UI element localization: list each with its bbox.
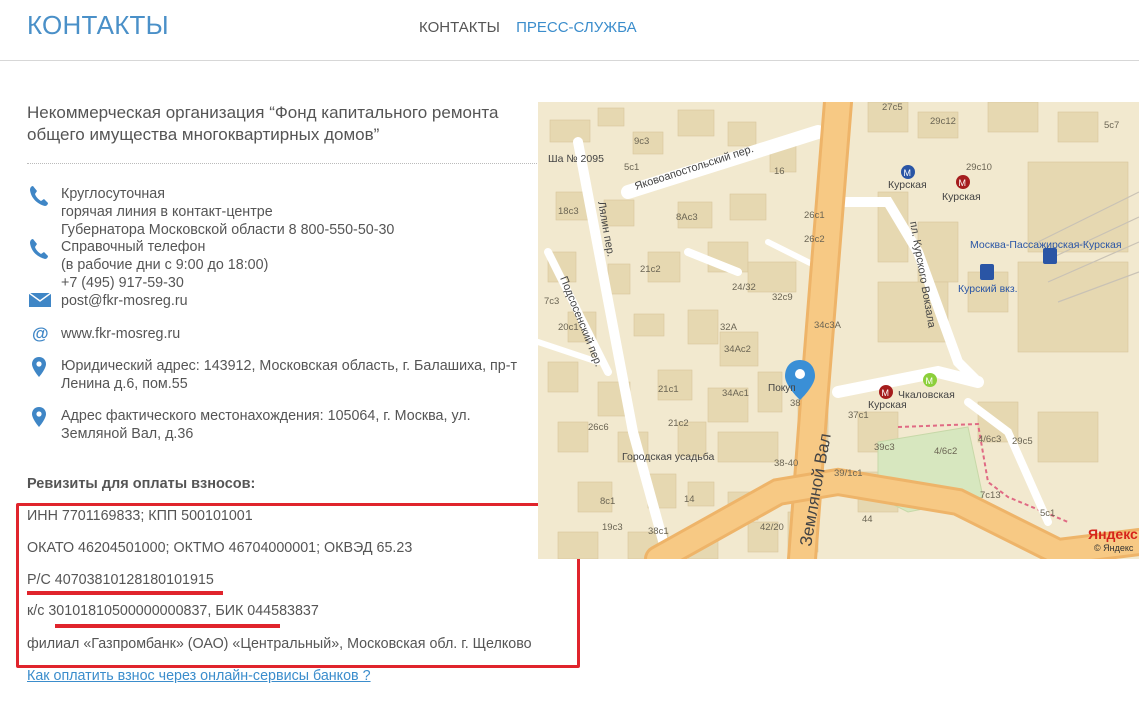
svg-text:38с1: 38с1 [648,526,669,537]
corr-account-bik: к/с 30101810500000000837, БИК 044583837 [27,603,319,619]
page-header: КОНТАКТЫ КОНТАКТЫ ПРЕСС-СЛУЖБА [0,0,1139,61]
svg-text:32с9: 32с9 [772,292,793,303]
svg-text:16: 16 [774,166,785,177]
svg-text:18с3: 18с3 [558,206,579,217]
svg-text:26с6: 26с6 [588,422,609,433]
svg-text:M: M [926,376,934,386]
svg-text:29с5: 29с5 [1012,436,1033,447]
svg-text:38: 38 [790,398,801,409]
website-block: @ www.fkr-mosreg.ru [27,325,517,345]
svg-text:4/6с2: 4/6с2 [934,446,957,457]
phone-icon [29,185,51,207]
svg-text:Курская: Курская [942,191,981,203]
hotline-line2: горячая линия в контакт-центре [61,204,273,220]
map[interactable]: M M M M Земляной Вал Яковоапостольский п… [538,102,1139,559]
svg-text:29с10: 29с10 [966,162,992,173]
svg-text:29с12: 29с12 [930,116,956,127]
hotline-block: Круглосуточная горячая линия в контакт-ц… [27,185,517,239]
hotline-phone[interactable]: Губернатора Московской области 8 800-550… [61,221,531,239]
svg-text:9с3: 9с3 [634,136,649,147]
page-title: КОНТАКТЫ [27,10,169,40]
svg-text:34Ас2: 34Ас2 [724,344,751,355]
actual-address: Адрес фактического местонахождения: 1050… [61,408,471,442]
svg-text:19с3: 19с3 [602,522,623,533]
svg-text:Курская: Курская [888,179,927,191]
svg-text:42/20: 42/20 [760,522,784,533]
reference-phone-block: Справочный телефон (в рабочие дни с 9:00… [27,238,517,292]
top-nav: КОНТАКТЫ ПРЕСС-СЛУЖБА [419,19,649,36]
svg-text:8Ас3: 8Ас3 [676,212,698,223]
legal-address: Юридический адрес: 143912, Московская об… [61,358,518,392]
ks-underline [55,624,280,628]
reference-phone[interactable]: +7 (495) 917-59-30 [61,274,531,292]
phone-icon [29,238,51,260]
divider [27,163,537,164]
inn-kpp: ИНН 7701169833; КПП 500101001 [27,508,253,524]
email-block: post@fkr-mosreg.ru [27,292,517,312]
svg-text:7с13: 7с13 [980,490,1001,501]
svg-text:Чкаловская: Чкаловская [898,389,955,401]
location-pin-icon [32,407,54,429]
svg-text:Курский вкз.: Курский вкз. [958,283,1018,295]
svg-text:5с7: 5с7 [1104,120,1119,131]
svg-text:M: M [882,388,890,398]
svg-text:© Яндекс: © Яндекс [1094,543,1134,553]
organization-name: Некоммерческая организация “Фонд капитал… [27,103,499,144]
settlement-account: Р/С 40703810128180101915 [27,572,214,588]
rs-underline [27,591,223,595]
nav-contacts[interactable]: КОНТАКТЫ [419,19,500,36]
at-icon: @ [32,324,49,343]
svg-text:21с2: 21с2 [668,418,689,429]
email-link[interactable]: post@fkr-mosreg.ru [61,292,531,310]
svg-text:M: M [904,168,912,178]
svg-text:21с2: 21с2 [640,264,661,275]
svg-text:20с1: 20с1 [558,322,579,333]
pay-online-link[interactable]: Как оплатить взнос через онлайн-сервисы … [27,668,371,684]
svg-text:34Ас1: 34Ас1 [722,388,749,399]
svg-text:26с1: 26с1 [804,210,825,221]
svg-text:8с1: 8с1 [600,496,615,507]
svg-text:Городская усадьба: Городская усадьба [622,451,715,463]
yandex-logo: Яндекс [1088,526,1138,542]
location-pin-icon [32,357,54,379]
svg-text:39с3: 39с3 [874,442,895,453]
svg-text:M: M [959,178,967,188]
svg-text:44: 44 [862,514,873,525]
svg-text:4/6с3: 4/6с3 [978,434,1001,445]
reference-line1: Справочный телефон [61,239,206,255]
nav-press-service[interactable]: ПРЕСС-СЛУЖБА [516,19,637,36]
reference-line2: (в рабочие дни с 9:00 до 18:00) [61,257,269,273]
svg-text:24/32: 24/32 [732,282,756,293]
svg-text:21с1: 21с1 [658,384,679,395]
okato-oktmo: ОКАТО 46204501000; ОКТМО 46704000001; ОК… [27,540,413,556]
svg-text:Москва-Пассажирская-Курская: Москва-Пассажирская-Курская [970,239,1122,251]
svg-text:39/1с1: 39/1с1 [834,468,863,479]
svg-text:38-40: 38-40 [774,458,798,469]
website-link[interactable]: www.fkr-mosreg.ru [61,325,531,343]
svg-text:Покуп: Покуп [768,383,796,394]
requisites-title: Ревизиты для оплаты взносов: [27,476,256,492]
svg-text:27с5: 27с5 [882,102,903,113]
svg-text:37с1: 37с1 [848,410,869,421]
envelope-icon [28,292,52,315]
svg-text:26с2: 26с2 [804,234,825,245]
bank-branch: филиал «Газпромбанк» (ОАО) «Центральный»… [27,636,532,652]
svg-text:5с1: 5с1 [1040,508,1055,519]
svg-text:5с1: 5с1 [624,162,639,173]
svg-text:14: 14 [684,494,695,505]
legal-address-block: Юридический адрес: 143912, Московская об… [27,357,517,395]
svg-text:7с3: 7с3 [544,296,559,307]
svg-text:Ша № 2095: Ша № 2095 [548,153,604,165]
svg-text:32А: 32А [720,322,738,333]
hotline-line1: Круглосуточная [61,186,165,202]
actual-address-block: Адрес фактического местонахождения: 1050… [27,407,517,445]
svg-text:34с3А: 34с3А [814,320,842,331]
